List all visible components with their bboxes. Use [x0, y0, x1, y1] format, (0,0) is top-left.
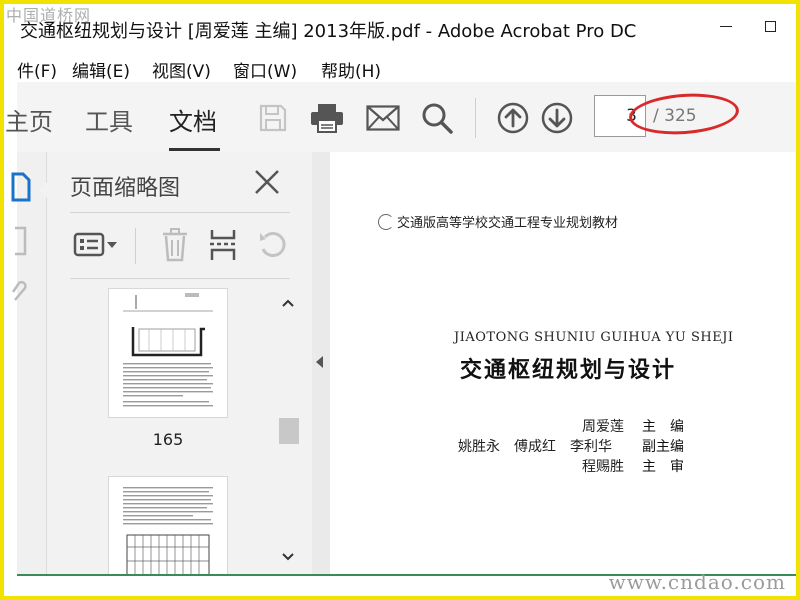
series-line: 交通版高等学校交通工程专业规划教材	[378, 212, 618, 231]
watermark-logo: 中国道桥网	[6, 6, 92, 25]
thumbnail-scrollbar[interactable]	[277, 292, 299, 576]
title-bar: 交通枢纽规划与设计 [周爱莲 主编] 2013年版.pdf - Adobe Ac…	[0, 0, 800, 50]
series-logo-icon	[378, 213, 394, 230]
deputy-editor-role: 副主编	[642, 439, 684, 455]
toolbar-divider	[475, 98, 476, 138]
editor-names: 周爱莲	[582, 419, 624, 435]
scroll-up-icon[interactable]	[277, 292, 299, 314]
menu-help[interactable]: 帮助(H)	[321, 57, 381, 82]
arrow-down-circle-icon[interactable]	[537, 98, 577, 138]
print-icon[interactable]	[307, 98, 347, 138]
thumbnail-page[interactable]	[108, 476, 228, 576]
panel-pointer	[39, 181, 48, 199]
attachment-icon[interactable]	[11, 278, 31, 306]
active-tab-indicator	[169, 148, 220, 151]
panel-title: 页面缩略图	[70, 176, 181, 201]
document-page: 交通版高等学校交通工程专业规划教材 JIAOTONG SHUNIU GUIHUA…	[330, 152, 800, 576]
menu-file[interactable]: 件(F)	[17, 57, 57, 82]
thumbnail-options-icon[interactable]	[72, 227, 120, 263]
search-icon[interactable]	[417, 98, 457, 138]
arrow-up-circle-icon[interactable]	[493, 98, 533, 138]
minimize-icon	[720, 25, 732, 27]
maximize-button[interactable]	[758, 14, 782, 38]
watermark-url: www.cndao.com	[608, 570, 786, 594]
book-title: 交通枢纽规划与设计	[460, 357, 677, 383]
collapse-panel-icon[interactable]	[316, 356, 323, 368]
menu-window[interactable]: 窗口(W)	[233, 57, 297, 82]
tab-tools[interactable]: 工具	[85, 102, 133, 137]
delete-icon[interactable]	[157, 227, 193, 263]
panel-divider	[70, 278, 290, 279]
close-icon[interactable]	[253, 168, 281, 196]
title-pinyin: JIAOTONG SHUNIU GUIHUA YU SHEJI	[454, 330, 734, 345]
window-title: 交通枢纽规划与设计 [周爱莲 主编] 2013年版.pdf - Adobe Ac…	[20, 21, 637, 42]
editor-role: 主 编	[642, 419, 684, 435]
thumbnail-page[interactable]	[108, 288, 228, 418]
rotate-icon[interactable]	[255, 227, 291, 263]
reviewer-names: 程赐胜	[582, 459, 624, 475]
deputy-editor-names: 姚胜永 傅成红 李利华	[458, 439, 612, 455]
panel-tool-divider	[135, 228, 136, 264]
tab-home[interactable]: 主页	[5, 102, 53, 137]
menu-view[interactable]: 视图(V)	[152, 57, 211, 82]
extract-icon[interactable]	[205, 227, 241, 263]
minimize-button[interactable]	[714, 14, 738, 38]
menu-bar: 件(F) 编辑(E) 视图(V) 窗口(W) 帮助(H)	[0, 50, 800, 82]
thumbnail-page-number: 165	[152, 430, 184, 449]
left-tool-strip	[11, 152, 47, 576]
save-icon[interactable]	[253, 98, 293, 138]
main-toolbar: 主页 工具 文档 3 / 325	[5, 82, 800, 152]
menu-edit[interactable]: 编辑(E)	[72, 57, 130, 82]
thumbnail-list: 165	[47, 280, 312, 576]
reviewer-role: 主 审	[642, 459, 684, 475]
scrollbar-thumb[interactable]	[279, 418, 299, 444]
bookmark-icon[interactable]	[11, 226, 31, 256]
mail-icon[interactable]	[363, 98, 403, 138]
panel-divider	[70, 212, 290, 213]
scroll-down-icon[interactable]	[277, 546, 299, 568]
tab-document[interactable]: 文档	[169, 102, 217, 137]
series-name: 交通版高等学校交通工程专业规划教材	[397, 216, 619, 231]
thumbnail-panel: 页面缩略图 165	[47, 152, 312, 576]
maximize-icon	[764, 20, 776, 32]
page-thumbnails-icon[interactable]	[11, 172, 31, 202]
